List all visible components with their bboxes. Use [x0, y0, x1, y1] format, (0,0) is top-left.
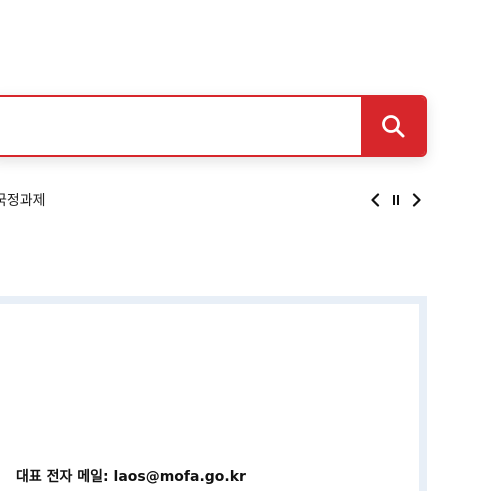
chevron-left-icon — [371, 193, 380, 207]
pause-button[interactable] — [387, 190, 405, 210]
contact-info-panel: 대표 전자 메일: laos@mofa.go.kr — [0, 296, 427, 491]
chevron-right-icon — [412, 193, 421, 207]
email-value: laos@mofa.go.kr — [113, 469, 246, 485]
prev-button[interactable] — [366, 190, 384, 210]
keyword-link[interactable]: 국정과제 — [0, 190, 46, 210]
pause-icon — [393, 195, 399, 205]
contact-email: 대표 전자 메일: laos@mofa.go.kr — [16, 466, 246, 486]
search-icon — [382, 115, 405, 138]
page: 국정과제 대표 전자 메일: laos@mofa.go.kr — [0, 0, 500, 491]
email-label: 대표 전자 메일: — [16, 469, 109, 485]
keyword-rolling-bar: 국정과제 — [0, 186, 427, 214]
next-button[interactable] — [408, 190, 426, 210]
search-input[interactable] — [0, 97, 362, 155]
search-box — [0, 95, 427, 157]
search-button[interactable] — [361, 97, 425, 155]
